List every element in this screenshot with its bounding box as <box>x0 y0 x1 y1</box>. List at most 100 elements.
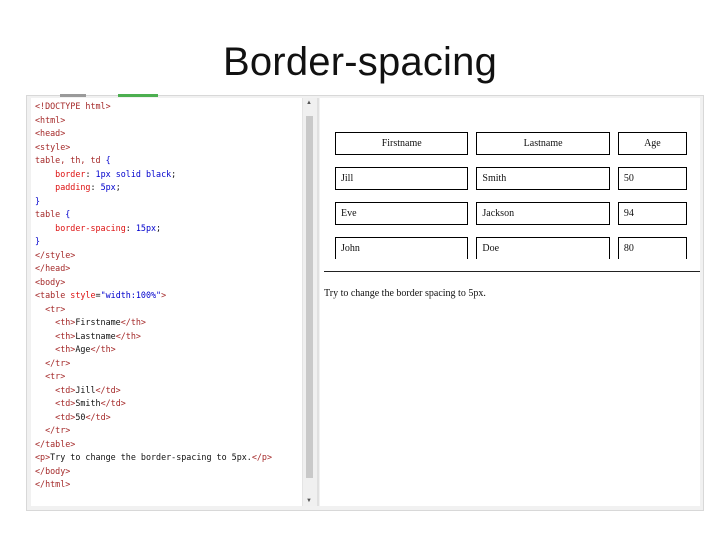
code-token: <td> <box>55 398 76 408</box>
code-token: </html> <box>35 479 71 489</box>
code-editor[interactable]: <!DOCTYPE html> <html> <head> <style> table,… <box>31 98 302 506</box>
code-token: <tr> <box>45 371 66 381</box>
code-token: padding <box>55 182 91 192</box>
code-token: </head> <box>35 263 71 273</box>
code-line[interactable]: table, th, td { <box>35 154 302 168</box>
code-line[interactable]: table { <box>35 208 302 222</box>
code-token: <!DOCTYPE html> <box>35 101 111 111</box>
code-token: border <box>55 168 86 179</box>
code-line[interactable]: border: 1px solid black; <box>35 168 302 182</box>
code-token: </body> <box>35 465 71 476</box>
code-token: </th> <box>115 330 141 341</box>
code-line[interactable]: </head> <box>35 262 302 276</box>
table-cell: Eve <box>335 202 469 225</box>
table-cell: Smith <box>476 167 610 190</box>
code-token: </th> <box>90 344 116 354</box>
code-token: : <box>85 168 96 179</box>
code-line[interactable]: </html> <box>35 478 302 492</box>
code-token: style <box>70 290 96 300</box>
code-line[interactable]: <td>Jill</td> <box>35 384 302 398</box>
code-token: <tr> <box>45 303 66 314</box>
code-line[interactable]: </style> <box>35 249 302 263</box>
code-line[interactable]: } <box>35 195 302 209</box>
code-token: } <box>35 195 41 206</box>
code-line[interactable]: border-spacing: 15px; <box>35 222 302 236</box>
code-token: } <box>35 236 41 246</box>
code-token: : <box>125 222 136 233</box>
code-line[interactable]: <th>Firstname</th> <box>35 316 302 330</box>
code-token: 50 <box>75 411 86 422</box>
code-line[interactable]: <td>50</td> <box>35 411 302 425</box>
result-paragraph: Try to change the border spacing to 5px. <box>324 288 486 299</box>
table-cell: 94 <box>617 202 687 225</box>
code-token: <th> <box>55 344 76 354</box>
code-scrollbar[interactable]: ▲ ▼ <box>302 98 317 506</box>
code-line[interactable]: <tr> <box>35 303 302 317</box>
code-token: </style> <box>35 249 76 260</box>
code-line[interactable]: } <box>35 235 302 249</box>
code-line[interactable]: padding: 5px; <box>35 181 302 195</box>
slide-title: Border-spacing <box>222 40 498 84</box>
header-firstname: Firstname <box>335 132 469 155</box>
code-line[interactable]: <head> <box>35 127 302 141</box>
table-cell: Jackson <box>476 202 610 225</box>
code-line[interactable]: <th>Lastname</th> <box>35 330 302 344</box>
code-token: <td> <box>55 411 76 422</box>
scroll-up-arrow-icon[interactable]: ▲ <box>306 100 312 106</box>
code-token: <th> <box>55 330 76 341</box>
table-row: Eve Jackson 94 <box>335 202 687 225</box>
run-button-indicator[interactable] <box>118 94 158 97</box>
toolbar-tab-indicator[interactable] <box>60 94 86 97</box>
code-line[interactable]: <!DOCTYPE html> <box>35 100 302 114</box>
table-row: Jill Smith 50 <box>335 167 687 190</box>
table-cell: 80 <box>617 237 687 259</box>
code-token: : <box>90 182 101 192</box>
code-token: { <box>105 155 111 165</box>
code-line[interactable]: <body> <box>35 276 302 290</box>
scroll-down-arrow-icon[interactable]: ▼ <box>306 498 312 504</box>
code-line[interactable]: </body> <box>35 465 302 479</box>
code-line[interactable]: <table style="width:100%"> <box>35 289 302 303</box>
scrollbar-thumb[interactable] <box>306 116 313 478</box>
code-token: </tr> <box>45 357 71 368</box>
code-token: <style> <box>35 141 71 152</box>
code-line[interactable]: <p>Try to change the border-spacing to 5… <box>35 451 302 465</box>
code-token: </th> <box>120 317 146 327</box>
code-token: 1px solid black <box>95 168 172 179</box>
code-token: <th> <box>55 317 76 327</box>
code-line[interactable]: <html> <box>35 114 302 128</box>
code-token: </td> <box>85 411 111 422</box>
code-line[interactable]: <tr> <box>35 370 302 384</box>
code-token: </td> <box>100 398 126 408</box>
result-divider <box>324 271 700 272</box>
header-lastname: Lastname <box>476 132 610 155</box>
code-line[interactable]: <td>Smith</td> <box>35 397 302 411</box>
code-line[interactable]: <style> <box>35 141 302 155</box>
code-lines[interactable]: <!DOCTYPE html> <html> <head> <style> table,… <box>31 98 302 492</box>
code-token: 5px <box>100 182 116 192</box>
code-line[interactable]: <th>Age</th> <box>35 343 302 357</box>
code-line[interactable]: </tr> <box>35 357 302 371</box>
code-token: Jill <box>75 384 96 395</box>
pane-splitter[interactable] <box>317 98 319 506</box>
code-token: <html> <box>35 114 66 125</box>
code-line[interactable]: </tr> <box>35 424 302 438</box>
code-token: <body> <box>35 276 66 287</box>
code-token: </p> <box>251 452 272 462</box>
code-token: Age <box>75 344 91 354</box>
table-row: John Doe 80 <box>335 237 687 259</box>
code-token: "width:100%" <box>100 290 162 300</box>
code-line[interactable]: </table> <box>35 438 302 452</box>
